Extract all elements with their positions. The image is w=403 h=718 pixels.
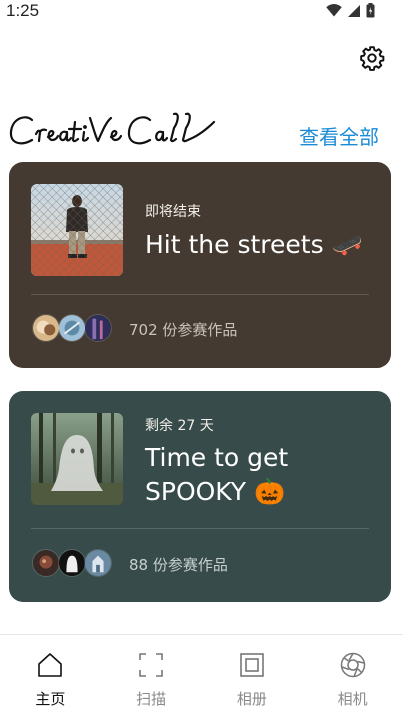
nav-label-home: 主页 <box>35 690 66 708</box>
avatar <box>32 549 60 577</box>
nav-item-album[interactable]: 相册 <box>202 635 303 718</box>
battery-icon <box>366 3 375 23</box>
camera-aperture-icon <box>340 652 366 678</box>
challenge-title: Time to get SPOOKY 🎃 <box>145 443 289 506</box>
avatar <box>58 549 86 577</box>
cellular-signal-icon <box>347 4 361 23</box>
nav-item-camera[interactable]: 相机 <box>302 635 403 718</box>
entry-count: 88 份参赛作品 <box>129 556 228 574</box>
home-icon <box>37 652 63 678</box>
participant-avatars <box>32 549 112 577</box>
challenge-thumbnail <box>31 184 123 276</box>
avatar <box>58 314 86 342</box>
album-icon <box>239 652 265 678</box>
challenge-card[interactable]: 剩余 27 天 Time to get SPOOKY 🎃 88 份参赛作品 <box>9 391 391 602</box>
challenge-status: 即将结束 <box>145 204 201 220</box>
creative-call-logo <box>8 108 218 154</box>
scan-frame-icon <box>138 652 164 678</box>
avatar <box>84 549 112 577</box>
bottom-nav: 主页 扫描 相册 相机 <box>0 634 403 718</box>
wifi-icon <box>326 4 342 22</box>
nav-item-scan[interactable]: 扫描 <box>101 635 202 718</box>
status-time: 1:25 <box>6 1 40 20</box>
nav-item-home[interactable]: 主页 <box>0 635 101 718</box>
avatar <box>84 314 112 342</box>
challenge-thumbnail <box>31 413 123 505</box>
avatar <box>32 314 60 342</box>
settings-button[interactable] <box>358 45 386 76</box>
see-all-link[interactable]: 查看全部 <box>299 121 379 150</box>
entry-count: 702 份参赛作品 <box>129 321 238 339</box>
nav-label-album: 相册 <box>236 690 267 708</box>
challenge-card[interactable]: 即将结束 Hit the streets 🛹 702 份参赛作品 <box>9 162 391 368</box>
participant-avatars <box>32 314 112 342</box>
status-bar: 1:25 <box>0 0 403 24</box>
nav-label-camera: 相机 <box>337 690 368 708</box>
card-divider <box>31 294 369 295</box>
card-divider <box>31 528 369 529</box>
challenge-title: Hit the streets 🛹 <box>145 230 363 259</box>
nav-label-scan: 扫描 <box>136 690 167 708</box>
gear-icon <box>359 45 385 76</box>
status-icons <box>326 3 375 23</box>
challenge-status: 剩余 27 天 <box>145 418 214 434</box>
